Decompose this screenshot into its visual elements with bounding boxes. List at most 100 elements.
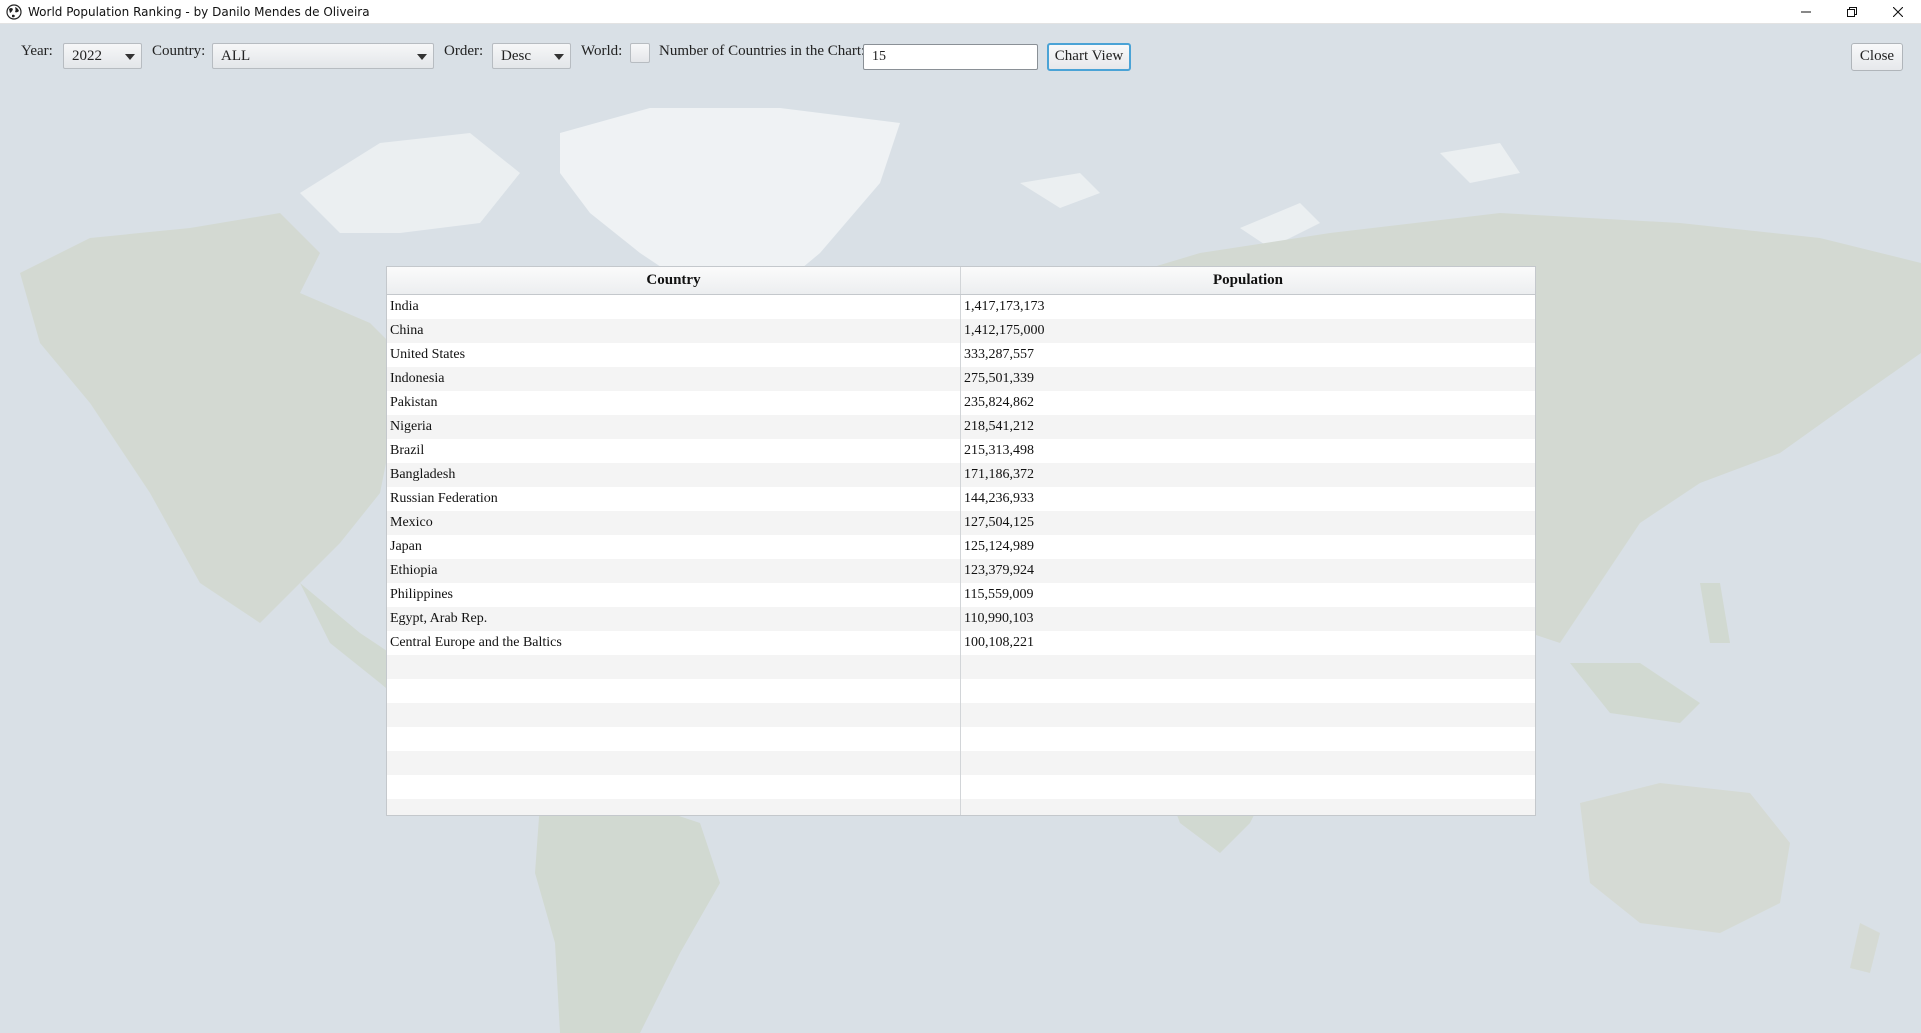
country-cell	[387, 727, 961, 751]
year-label: Year:	[21, 43, 53, 59]
table-row[interactable]: Nigeria 218,541,212	[387, 415, 1535, 439]
client-area: Year: 2022 Country: ALL Order: Desc Worl…	[0, 23, 1921, 1033]
table-row[interactable]: Brazil 215,313,498	[387, 439, 1535, 463]
close-button[interactable]: Close	[1851, 43, 1903, 71]
year-dropdown[interactable]: 2022	[63, 43, 142, 69]
order-label: Order:	[444, 43, 484, 59]
empty-table-row	[387, 655, 1535, 679]
country-cell: Nigeria	[387, 415, 961, 439]
table-row[interactable]: Central Europe and the Baltics 100,108,22…	[387, 631, 1535, 655]
table-header: Country Population	[387, 267, 1535, 295]
column-header-population[interactable]: Population	[961, 267, 1535, 294]
country-cell: Philippines	[387, 583, 961, 607]
table-row[interactable]: Russian Federation 144,236,933	[387, 487, 1535, 511]
country-cell: Mexico	[387, 511, 961, 535]
country-cell	[387, 679, 961, 703]
population-cell: 125,124,989	[964, 539, 1034, 554]
globe-icon	[6, 3, 22, 20]
country-cell	[387, 799, 961, 815]
empty-table-row	[387, 799, 1535, 815]
country-cell	[387, 655, 961, 679]
country-count-input[interactable]	[863, 44, 1038, 70]
table-row[interactable]: China 1,412,175,000	[387, 319, 1535, 343]
table-row[interactable]: India 1,417,173,173	[387, 295, 1535, 319]
population-cell	[961, 799, 1535, 815]
population-cell	[961, 679, 1535, 703]
population-cell	[961, 775, 1535, 799]
country-cell: Egypt, Arab Rep.	[387, 607, 961, 631]
window-close-button[interactable]	[1875, 0, 1921, 23]
country-cell: India	[387, 295, 961, 319]
table-row[interactable]: Bangladesh 171,186,372	[387, 463, 1535, 487]
population-cell: 275,501,339	[964, 371, 1034, 386]
population-cell: 215,313,498	[964, 443, 1034, 458]
table-row[interactable]: Pakistan 235,824,862	[387, 391, 1535, 415]
country-value: ALL	[221, 48, 251, 64]
column-header-country[interactable]: Country	[387, 267, 961, 294]
population-cell: 1,417,173,173	[964, 299, 1045, 314]
population-cell	[961, 751, 1535, 775]
country-cell: Japan	[387, 535, 961, 559]
country-cell: Central Europe and the Baltics	[387, 631, 961, 655]
year-value: 2022	[72, 48, 102, 64]
chart-view-button[interactable]: Chart View	[1047, 43, 1131, 71]
country-cell	[387, 703, 961, 727]
chevron-down-icon	[417, 54, 427, 60]
empty-table-row	[387, 679, 1535, 703]
world-label: World:	[581, 43, 623, 59]
world-checkbox[interactable]	[630, 43, 650, 63]
population-cell: 144,236,933	[964, 491, 1034, 506]
population-cell: 218,541,212	[964, 419, 1034, 434]
population-cell: 110,990,103	[964, 611, 1034, 626]
chevron-down-icon	[125, 54, 135, 60]
toolbar: Year: 2022 Country: ALL Order: Desc Worl…	[0, 23, 1921, 79]
restore-button[interactable]	[1829, 0, 1875, 23]
empty-table-row	[387, 775, 1535, 799]
table-row[interactable]: Egypt, Arab Rep. 110,990,103	[387, 607, 1535, 631]
country-cell: China	[387, 319, 961, 343]
population-cell: 115,559,009	[964, 587, 1034, 602]
population-cell	[961, 727, 1535, 751]
population-cell: 127,504,125	[964, 515, 1034, 530]
chevron-down-icon	[554, 54, 564, 60]
population-cell	[961, 655, 1535, 679]
country-cell: Brazil	[387, 439, 961, 463]
population-cell: 235,824,862	[964, 395, 1034, 410]
window-controls	[1783, 0, 1921, 23]
order-dropdown[interactable]: Desc	[492, 43, 571, 69]
country-cell: Russian Federation	[387, 487, 961, 511]
country-cell: Indonesia	[387, 367, 961, 391]
population-cell: 333,287,557	[964, 347, 1034, 362]
table-row[interactable]: Philippines 115,559,009	[387, 583, 1535, 607]
population-cell: 1,412,175,000	[964, 323, 1045, 338]
empty-table-row	[387, 727, 1535, 751]
minimize-icon	[1801, 11, 1811, 12]
close-icon	[1893, 6, 1903, 17]
country-cell: Bangladesh	[387, 463, 961, 487]
table-row[interactable]: Ethiopia 123,379,924	[387, 559, 1535, 583]
empty-table-row	[387, 703, 1535, 727]
empty-table-row	[387, 751, 1535, 775]
window-title: World Population Ranking - by Danilo Men…	[28, 4, 370, 19]
country-count-label: Number of Countries in the Chart:	[659, 43, 866, 59]
table-row[interactable]: Japan 125,124,989	[387, 535, 1535, 559]
population-cell: 171,186,372	[964, 467, 1034, 482]
population-cell: 123,379,924	[964, 563, 1034, 578]
table-row[interactable]: Mexico 127,504,125	[387, 511, 1535, 535]
country-cell	[387, 751, 961, 775]
country-cell: United States	[387, 343, 961, 367]
table-body: India 1,417,173,173 China 1,412,175,000 Unit…	[387, 295, 1535, 815]
country-dropdown[interactable]: ALL	[212, 43, 434, 69]
minimize-button[interactable]	[1783, 0, 1829, 23]
table-row[interactable]: United States 333,287,557	[387, 343, 1535, 367]
order-value: Desc	[501, 48, 531, 64]
population-table: Country Population India 1,417,173,173 Chi…	[386, 266, 1536, 816]
title-bar: World Population Ranking - by Danilo Men…	[0, 0, 1921, 24]
country-cell: Ethiopia	[387, 559, 961, 583]
population-cell: 100,108,221	[964, 635, 1034, 650]
country-label: Country:	[152, 43, 206, 59]
country-cell: Pakistan	[387, 391, 961, 415]
restore-icon	[1847, 6, 1857, 17]
country-cell	[387, 775, 961, 799]
table-row[interactable]: Indonesia 275,501,339	[387, 367, 1535, 391]
